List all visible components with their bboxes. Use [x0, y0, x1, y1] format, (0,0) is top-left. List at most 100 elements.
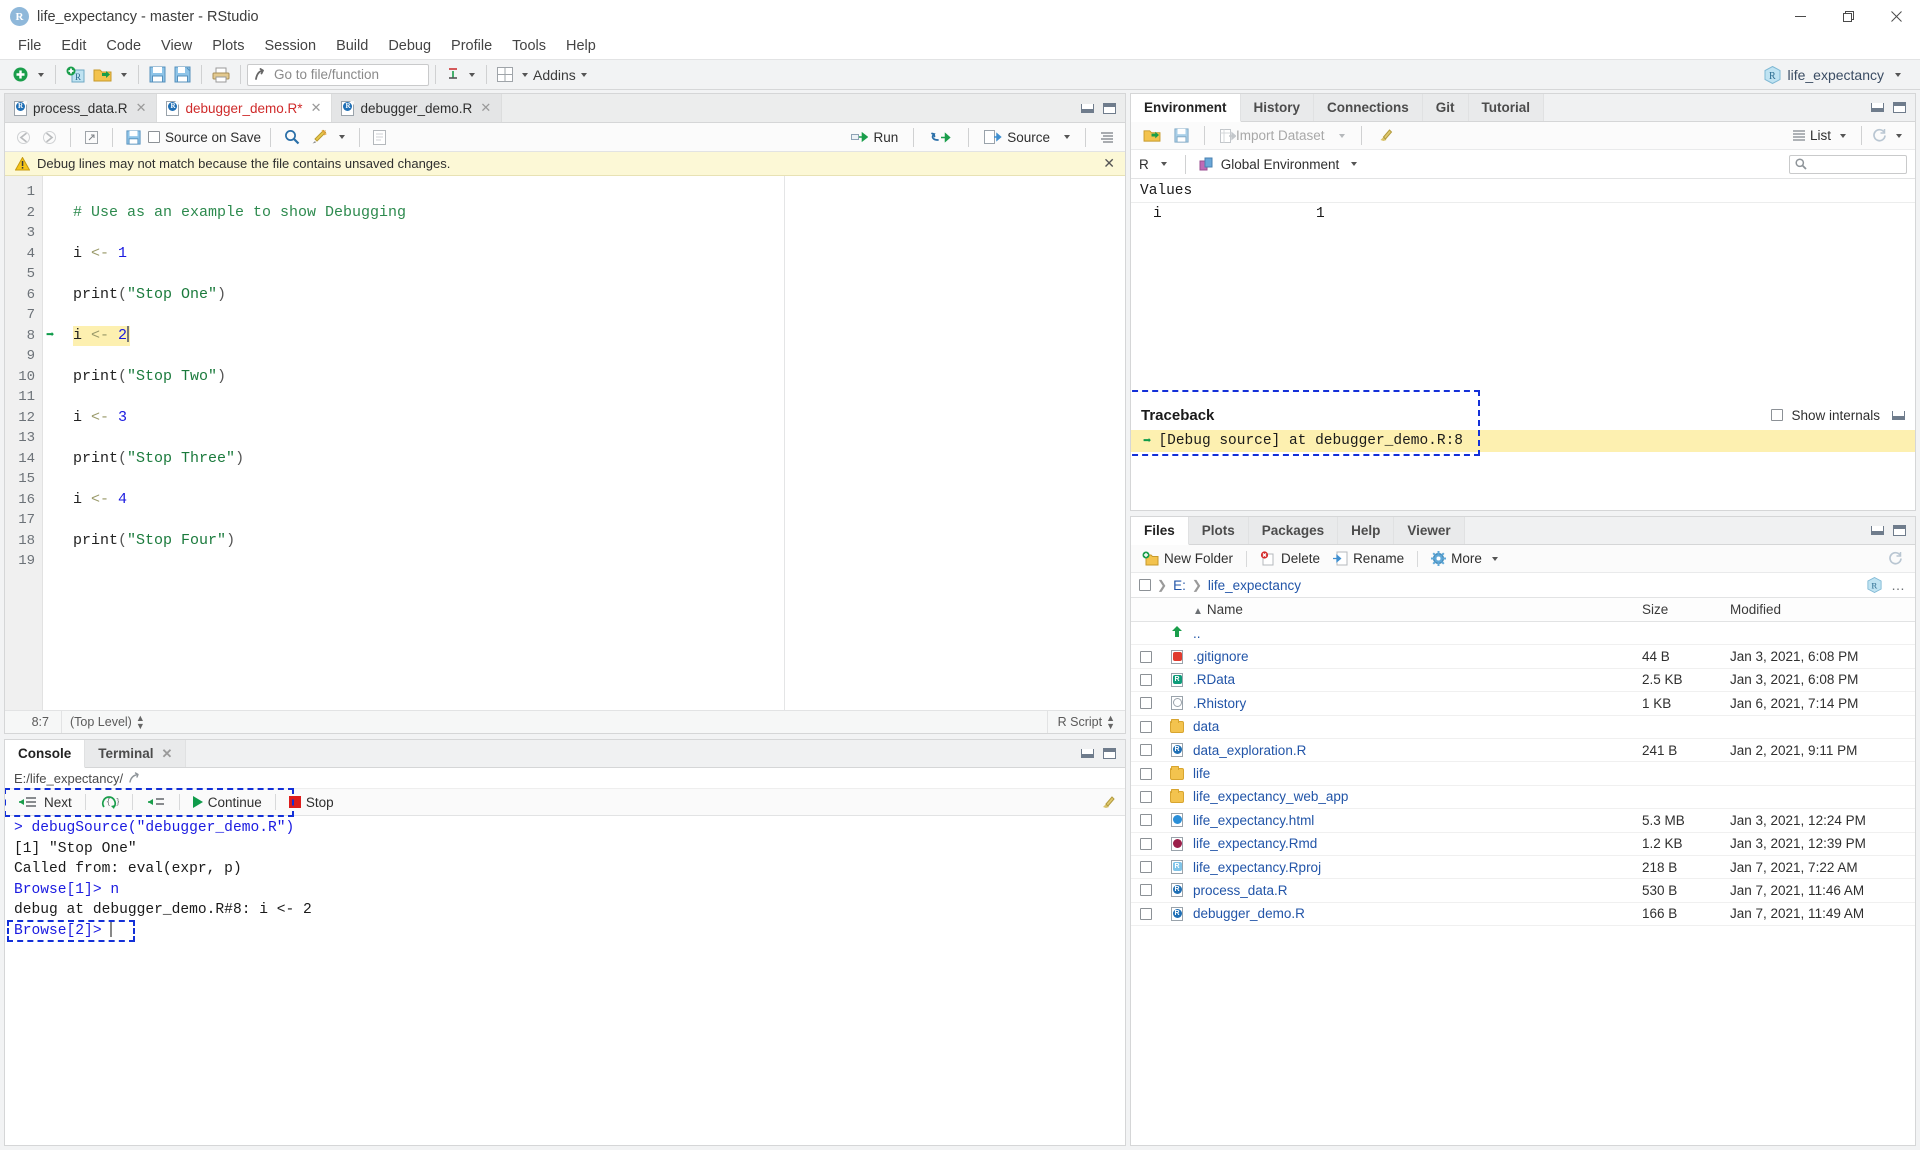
debug-stop-button[interactable]: Stop [283, 793, 340, 812]
language-selector[interactable]: R Script ▲ ▼ [1046, 711, 1125, 733]
print-icon[interactable] [208, 62, 234, 87]
tab-console[interactable]: Console [5, 740, 86, 768]
menu-edit[interactable]: Edit [51, 35, 96, 57]
file-checkbox[interactable] [1140, 790, 1152, 803]
project-dropdown-icon[interactable] [1895, 72, 1901, 77]
import-dataset-button[interactable]: Import Dataset [1216, 123, 1329, 148]
tab-viewer[interactable]: Viewer [1394, 517, 1465, 544]
open-in-files-icon[interactable] [129, 772, 142, 784]
maximize-pane-icon[interactable] [1893, 102, 1906, 113]
file-row[interactable]: Rprocess_data.R 530 B Jan 7, 2021, 11:46 A… [1131, 879, 1915, 903]
source-button[interactable]: Source [979, 128, 1055, 147]
file-row[interactable]: life_expectancy.Rmd 1.2 KB Jan 3, 2021, 12… [1131, 833, 1915, 856]
new-project-icon[interactable]: R [62, 62, 89, 87]
code-line[interactable] [73, 387, 1125, 408]
save-icon[interactable] [145, 62, 170, 87]
file-checkbox[interactable] [1140, 861, 1152, 874]
code-line[interactable] [73, 305, 1125, 326]
goto-file-function-input[interactable]: Go to file/function [247, 63, 429, 86]
file-name[interactable]: .Rhistory [1193, 696, 1642, 711]
tab-terminal[interactable]: Terminal ✕ [85, 740, 187, 767]
code-tools-dropdown-icon[interactable] [339, 135, 346, 139]
show-internals-checkbox[interactable] [1771, 409, 1784, 421]
file-checkbox[interactable] [1140, 884, 1152, 897]
environment-row[interactable]: i1 [1131, 202, 1915, 224]
maximize-pane-icon[interactable] [1103, 102, 1116, 114]
code-line[interactable]: i <- 2 [73, 325, 1125, 346]
refresh-dropdown-icon[interactable] [1896, 133, 1902, 138]
code-line[interactable] [73, 346, 1125, 367]
code-line[interactable]: # Use as an example to show Debugging [73, 203, 1125, 224]
pane-layout-dropdown-icon[interactable] [522, 72, 528, 77]
back-icon[interactable] [12, 125, 35, 150]
save-all-icon[interactable] [170, 62, 195, 87]
addins-label[interactable]: Addins [533, 67, 576, 83]
file-name[interactable]: data [1193, 719, 1642, 734]
open-file-dropdown-icon[interactable] [121, 72, 127, 77]
close-tab-icon[interactable]: ✕ [311, 100, 322, 116]
code-line[interactable]: i <- 1 [73, 244, 1125, 265]
close-warning-icon[interactable]: ✕ [1103, 155, 1115, 172]
debug-step-out-button[interactable] [140, 793, 172, 811]
file-row[interactable]: Rdebugger_demo.R 166 B Jan 7, 2021, 11:49 … [1131, 903, 1915, 927]
environment-language[interactable]: R [1139, 157, 1149, 172]
rename-button[interactable]: Rename [1328, 549, 1408, 568]
file-name[interactable]: life_expectancy.Rproj [1193, 860, 1642, 875]
minimize-pane-icon[interactable] [1871, 103, 1884, 112]
save-file-icon[interactable] [122, 125, 145, 150]
file-name[interactable]: life_expectancy.html [1193, 813, 1642, 828]
minimize-pane-icon[interactable] [1081, 749, 1094, 758]
pane-layout-icon[interactable] [493, 62, 517, 87]
code-content[interactable]: # Use as an example to show Debugging i <… [65, 176, 1125, 710]
addins-dropdown-icon[interactable] [580, 72, 587, 77]
file-name[interactable]: debugger_demo.R [1193, 906, 1642, 921]
file-checkbox[interactable] [1140, 744, 1152, 757]
menu-code[interactable]: Code [96, 35, 151, 57]
tab-help[interactable]: Help [1338, 517, 1395, 544]
show-in-new-window-icon[interactable] [80, 125, 103, 150]
delete-button[interactable]: Delete [1256, 549, 1324, 568]
code-line[interactable] [73, 223, 1125, 244]
minimize-pane-icon[interactable] [1081, 103, 1094, 113]
code-line[interactable] [73, 469, 1125, 490]
menu-build[interactable]: Build [326, 35, 378, 57]
load-workspace-icon[interactable] [1139, 123, 1165, 148]
refresh-icon[interactable] [1872, 128, 1887, 143]
column-header-name[interactable]: ▲ Name [1193, 602, 1642, 617]
file-name[interactable]: process_data.R [1193, 883, 1642, 898]
environment-scope[interactable]: Global Environment [1221, 157, 1340, 172]
file-row[interactable]: .gitignore 44 B Jan 3, 2021, 6:08 PM [1131, 645, 1915, 669]
workspace-dropdown-icon[interactable] [469, 72, 475, 77]
file-row[interactable]: data [1131, 716, 1915, 739]
source-tab-debugger-demo-modified[interactable]: debugger_demo.R* ✕ [157, 94, 333, 122]
save-workspace-icon[interactable] [1170, 123, 1193, 148]
menu-profile[interactable]: Profile [441, 35, 502, 57]
tab-environment[interactable]: Environment [1131, 94, 1241, 122]
workspace-panes-icon[interactable] [442, 62, 464, 87]
debug-continue-button[interactable]: Continue [187, 793, 268, 812]
new-file-dropdown-icon[interactable] [38, 72, 44, 77]
new-folder-button[interactable]: New Folder [1138, 549, 1237, 568]
console-output[interactable]: > debugSource("debugger_demo.R") [1] "Sto… [5, 816, 1125, 1145]
code-line[interactable] [73, 264, 1125, 285]
code-line[interactable]: print("Stop Four") [73, 531, 1125, 552]
scope-selector[interactable]: (Top Level) ▲ ▼ [61, 711, 153, 733]
document-outline-icon[interactable] [369, 125, 390, 150]
close-tab-icon[interactable]: ✕ [136, 100, 147, 116]
code-line[interactable]: i <- 4 [73, 490, 1125, 511]
debug-step-into-button[interactable]: { } [93, 792, 125, 812]
close-terminal-icon[interactable]: ✕ [162, 746, 173, 762]
view-mode-dropdown-icon[interactable] [1840, 133, 1846, 138]
close-tab-icon[interactable]: ✕ [480, 100, 491, 116]
file-name[interactable]: .. [1193, 626, 1642, 641]
code-line[interactable] [73, 551, 1125, 572]
more-options-icon[interactable]: … [1891, 577, 1907, 593]
minimize-traceback-icon[interactable] [1892, 410, 1905, 420]
clear-environment-icon[interactable] [1373, 123, 1397, 148]
rproj-folder-icon[interactable]: R [1867, 577, 1882, 593]
traceback-row[interactable]: ➡ [Debug source] at debugger_demo.R:8 [1131, 430, 1915, 452]
forward-icon[interactable] [38, 125, 61, 150]
menu-debug[interactable]: Debug [378, 35, 441, 57]
menu-plots[interactable]: Plots [202, 35, 254, 57]
code-tools-icon[interactable] [307, 125, 331, 150]
